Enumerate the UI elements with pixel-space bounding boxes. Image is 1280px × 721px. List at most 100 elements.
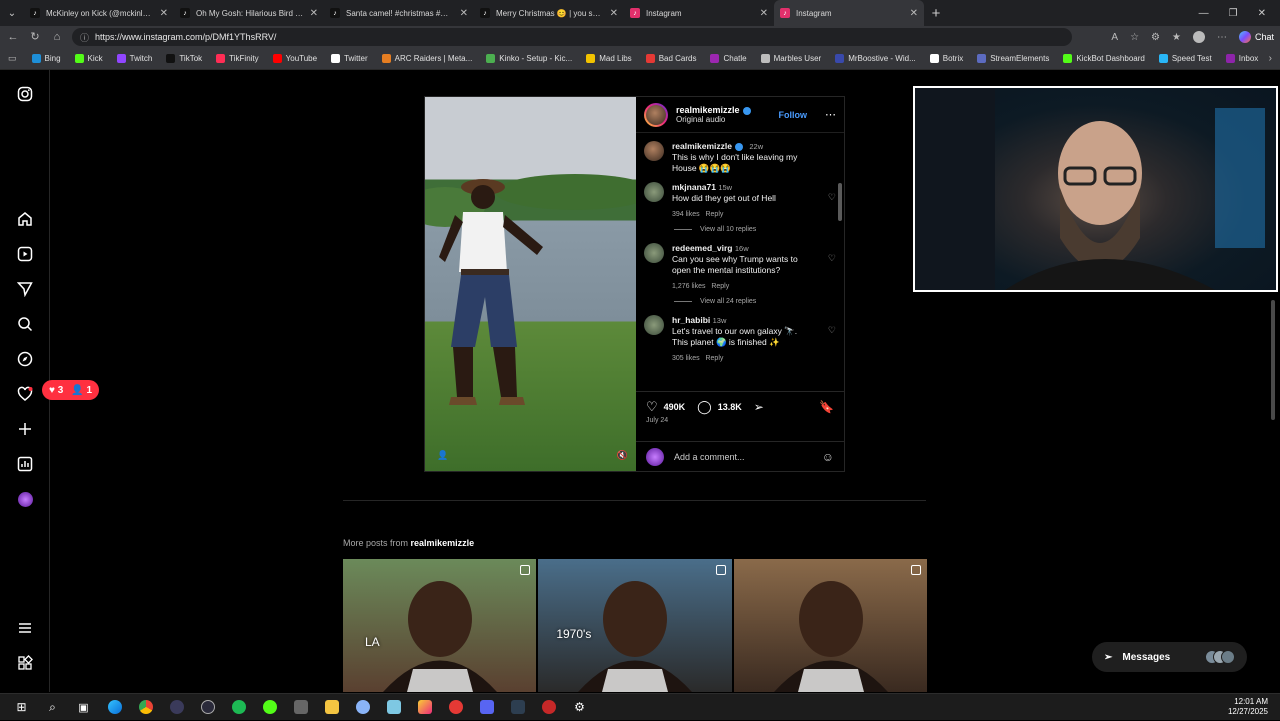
search-nav-icon[interactable]: [17, 316, 33, 332]
reels-nav-icon[interactable]: [17, 246, 33, 262]
app-icon[interactable]: [533, 694, 564, 721]
task-view-icon[interactable]: ▣: [68, 694, 99, 721]
add-comment-input[interactable]: Add a comment...: [674, 452, 812, 462]
like-count[interactable]: 490K: [664, 402, 686, 412]
bookmark-item[interactable]: Botrix: [923, 54, 970, 63]
commenter-avatar[interactable]: [644, 315, 664, 335]
commenter-username[interactable]: mkjnana71: [672, 182, 716, 192]
app-icon[interactable]: [502, 694, 533, 721]
comments-scrollbar[interactable]: [838, 177, 842, 383]
browser-tab[interactable]: ♪ McKinley on Kick (@mckinley.tv) | ✕: [24, 0, 174, 26]
start-icon[interactable]: ⊞: [6, 694, 37, 721]
reply-button[interactable]: Reply: [705, 355, 723, 362]
comment-like-icon[interactable]: ♡: [828, 192, 836, 203]
bookmark-item[interactable]: Marbles User: [754, 54, 829, 63]
mute-icon[interactable]: 🔇: [617, 450, 628, 461]
chat-button[interactable]: Chat: [1238, 31, 1274, 43]
comment-likes[interactable]: 305 likes: [672, 355, 700, 362]
new-tab-button[interactable]: +: [924, 5, 948, 22]
home-nav-icon[interactable]: [17, 211, 33, 227]
comment-icon[interactable]: ◯: [697, 399, 712, 415]
audio-label[interactable]: Original audio: [676, 115, 751, 124]
file-explorer-icon[interactable]: [316, 694, 347, 721]
close-tab-icon[interactable]: ✕: [460, 8, 468, 19]
commenter-avatar[interactable]: [644, 243, 664, 263]
notifications-nav-icon[interactable]: [17, 386, 33, 402]
bookmark-item[interactable]: Inbox: [1219, 54, 1266, 63]
app-icon[interactable]: [409, 694, 440, 721]
bookmark-item[interactable]: Kick: [68, 54, 110, 63]
profile-avatar[interactable]: [1192, 31, 1205, 43]
favorites-icon[interactable]: ★: [1172, 32, 1181, 43]
edge-icon[interactable]: [99, 694, 130, 721]
view-replies-button[interactable]: View all 10 replies: [674, 226, 824, 233]
post-video[interactable]: 👤 🔇: [425, 97, 636, 471]
comment-like-icon[interactable]: ♡: [828, 253, 836, 264]
close-window-icon[interactable]: ✕: [1258, 8, 1266, 19]
instagram-logo-icon[interactable]: [17, 86, 33, 102]
user-tag-icon[interactable]: 👤: [437, 450, 448, 461]
bookmark-item[interactable]: KickBot Dashboard: [1056, 54, 1151, 63]
chrome-icon[interactable]: [130, 694, 161, 721]
app-icon[interactable]: [285, 694, 316, 721]
bookmark-item[interactable]: Twitter: [324, 54, 375, 63]
more-menu-icon[interactable]: [17, 620, 33, 636]
close-tab-icon[interactable]: ✕: [310, 8, 318, 19]
site-info-icon[interactable]: ⓘ: [80, 31, 89, 44]
browser-tab[interactable]: ♪ Oh My Gosh: Hilarious Bird and Sp ✕: [174, 0, 324, 26]
commenter-avatar[interactable]: [644, 182, 664, 202]
settings-icon[interactable]: ⚙: [564, 694, 595, 721]
dashboard-nav-icon[interactable]: [17, 456, 33, 472]
bookmark-item[interactable]: TikFinity: [209, 54, 265, 63]
direct-messages-nav-icon[interactable]: [17, 281, 33, 297]
explore-nav-icon[interactable]: [17, 351, 33, 367]
more-post-thumbnail[interactable]: LA: [343, 559, 537, 692]
app-icon[interactable]: [471, 694, 502, 721]
favorite-star-icon[interactable]: ☆: [1130, 32, 1139, 43]
profile-nav-avatar[interactable]: [17, 491, 33, 507]
share-icon[interactable]: ➢: [754, 400, 764, 414]
author-name-row[interactable]: realmikemizzle: [676, 105, 751, 115]
emoji-icon[interactable]: ☺: [822, 450, 834, 464]
author-avatar-ring[interactable]: [644, 102, 668, 127]
more-icon[interactable]: ⋯: [1217, 32, 1227, 43]
caption-username[interactable]: realmikemizzle: [672, 141, 732, 151]
more-posts-username[interactable]: realmikemizzle: [411, 538, 475, 548]
view-replies-button[interactable]: View all 24 replies: [674, 298, 824, 305]
like-icon[interactable]: ♡: [646, 399, 658, 415]
caption-author-avatar[interactable]: [644, 141, 664, 161]
app-icon[interactable]: [161, 694, 192, 721]
bookmark-item[interactable]: Chatle: [703, 54, 753, 63]
close-tab-icon[interactable]: ✕: [610, 8, 618, 19]
browser-tab[interactable]: ♪ Instagram ✕: [774, 0, 924, 26]
read-aloud-icon[interactable]: A: [1111, 32, 1118, 43]
bookmark-item[interactable]: Twitch: [110, 54, 160, 63]
bookmark-item[interactable]: Bing: [25, 54, 68, 63]
system-clock[interactable]: 12:01 AM 12/27/2025: [1228, 697, 1274, 717]
messages-button[interactable]: ➢ Messages: [1092, 642, 1247, 672]
save-icon[interactable]: 🔖: [819, 400, 834, 414]
follow-button[interactable]: Follow: [779, 110, 808, 120]
search-taskbar-icon[interactable]: ⌕: [37, 694, 68, 721]
app-icon[interactable]: [440, 694, 471, 721]
bookmark-item[interactable]: Mad Libs: [579, 54, 638, 63]
create-nav-icon[interactable]: [17, 421, 33, 437]
browser-tab[interactable]: ♪ Instagram ✕: [624, 0, 774, 26]
close-tab-icon[interactable]: ✕: [160, 8, 168, 19]
tab-actions-menu-icon[interactable]: ⌄: [0, 0, 24, 26]
comment-likes[interactable]: 394 likes: [672, 211, 700, 218]
comment-like-icon[interactable]: ♡: [828, 325, 836, 336]
commenter-username[interactable]: redeemed_virg: [672, 243, 732, 253]
bookmark-item[interactable]: Kinko - Setup - Kic...: [479, 54, 579, 63]
bookmark-item[interactable]: Speed Test: [1152, 54, 1219, 63]
maximize-icon[interactable]: ❐: [1229, 8, 1238, 19]
browser-tab[interactable]: ♪ Santa camel! #christmas #merrych ✕: [324, 0, 474, 26]
spotify-icon[interactable]: [223, 694, 254, 721]
app-icon[interactable]: [378, 694, 409, 721]
home-icon[interactable]: ⌂: [50, 30, 64, 44]
app-icon[interactable]: [347, 694, 378, 721]
commenter-username[interactable]: hr_habibi: [672, 315, 710, 325]
obs-icon[interactable]: [192, 694, 223, 721]
bookmark-item[interactable]: YouTube: [266, 54, 324, 63]
reply-button[interactable]: Reply: [711, 283, 729, 290]
